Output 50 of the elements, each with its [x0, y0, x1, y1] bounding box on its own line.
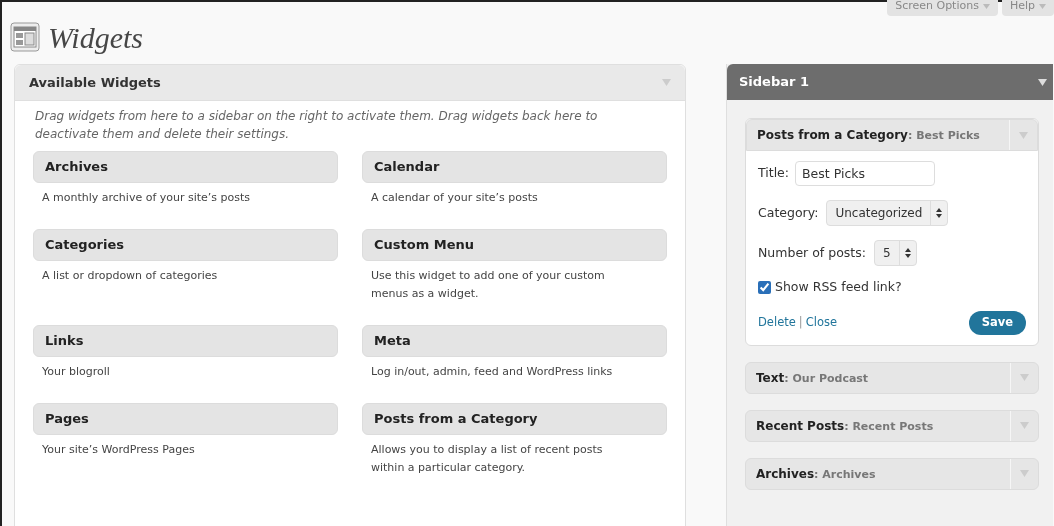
field-label: Category: — [758, 203, 819, 222]
panel-title: Available Widgets — [28, 73, 161, 92]
title-input[interactable]: Best Picks — [795, 161, 935, 186]
widget-description: Your site’s WordPress Pages — [41, 442, 196, 458]
sidebar-widget-title: Posts from a Category: Best Picks — [756, 126, 980, 144]
caret-icon — [1039, 3, 1046, 9]
expand-arrow-icon[interactable] — [1020, 470, 1029, 478]
widget-title[interactable]: Meta — [362, 325, 667, 357]
stepper-arrows-icon — [936, 208, 943, 218]
widget-title[interactable]: Pages — [33, 403, 338, 435]
delete-link[interactable]: Delete — [758, 314, 796, 332]
sidebar-widget-header[interactable]: Archives: Archives — [745, 457, 1039, 490]
widget-title[interactable]: Archives — [33, 151, 338, 183]
widget-description: A list or dropdown of categories — [41, 268, 219, 284]
caret-icon — [982, 3, 990, 9]
widget-title[interactable]: Categories — [33, 229, 338, 261]
page-title: Widgets — [48, 19, 143, 56]
field-label: Title: — [758, 164, 789, 183]
widget-title[interactable]: Custom Menu — [362, 229, 667, 261]
link-separator: | — [798, 314, 803, 332]
widget-description: A calendar of your site’s posts — [370, 190, 539, 206]
category-select[interactable]: Uncategorized — [826, 200, 949, 226]
close-link[interactable]: Close — [805, 314, 837, 332]
sidebar-title: Sidebar 1 — [738, 73, 809, 92]
checkbox-label: Show RSS feed link? — [775, 278, 902, 296]
field-label: Number of posts: — [758, 243, 866, 262]
sidebar-widget-title: Recent Posts: Recent Posts — [755, 417, 934, 435]
rss-checkbox[interactable] — [758, 280, 771, 294]
widget-description: Allows you to display a list of recent posts within a particular category. — [370, 442, 604, 476]
widget-title[interactable]: Calendar — [362, 151, 667, 183]
collapse-arrow-icon[interactable] — [1038, 78, 1047, 86]
panel-description: Drag widgets from here to a sidebar on the right to activate them. Drag widgets back here to deactivate them and delete their settings. — [34, 108, 599, 143]
sidebar-widget-title: Text: Our Podcast — [755, 369, 869, 387]
expand-arrow-icon[interactable] — [1019, 131, 1028, 139]
sidebar-widget-header[interactable]: Recent Posts: Recent Posts — [745, 409, 1039, 442]
sidebar-widget-header[interactable]: Posts from a Category: Best Picks — [746, 119, 1038, 151]
stepper-arrows-icon — [904, 248, 911, 258]
widgets-icon — [10, 22, 40, 52]
widget-title[interactable]: Links — [33, 325, 338, 357]
save-button[interactable]: Save — [968, 310, 1026, 335]
expand-arrow-icon[interactable] — [1020, 374, 1029, 382]
widget-description: Use this widget to add one of your custom menus as a widget. — [370, 268, 606, 302]
widget-description: Log in/out, admin, feed and WordPress links — [370, 364, 614, 380]
number-select[interactable]: 5 — [873, 240, 917, 266]
widget-title[interactable]: Posts from a Category — [362, 403, 667, 435]
widget-description: Your blogroll — [41, 364, 111, 380]
expand-arrow-icon[interactable] — [1020, 422, 1029, 430]
sidebar-widget-title: Archives: Archives — [755, 465, 876, 483]
widget-description: A monthly archive of your site’s posts — [41, 190, 252, 206]
sidebar-widget-header[interactable]: Text: Our Podcast — [745, 361, 1039, 394]
